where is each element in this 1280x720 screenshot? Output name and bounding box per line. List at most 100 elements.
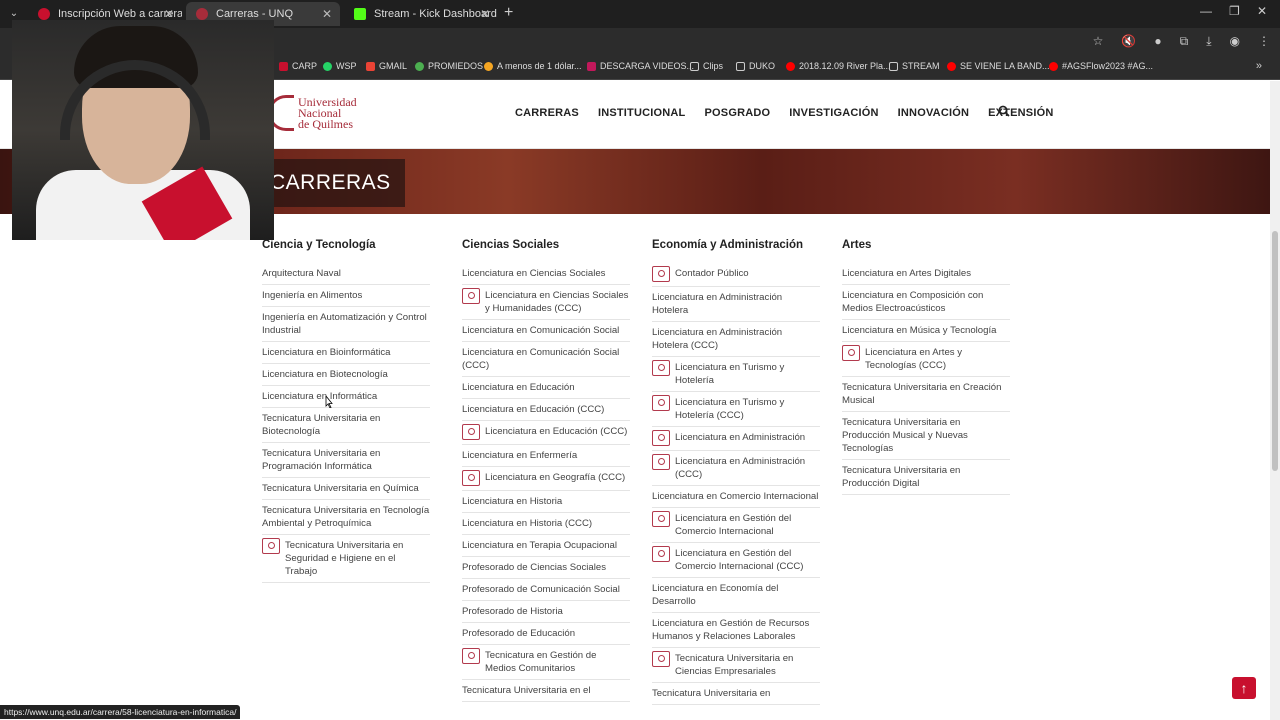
career-link[interactable]: Licenciatura en Artes Digitales <box>842 263 1010 285</box>
career-label: Licenciatura en Biotecnología <box>262 369 388 380</box>
close-tab-icon[interactable]: ✕ <box>480 2 490 26</box>
career-link[interactable]: Licenciatura en Administración Hotelera … <box>652 322 820 357</box>
nav-innovacion[interactable]: INNOVACIÓN <box>898 107 969 119</box>
menu-kebab-icon[interactable]: ⋮ <box>1258 34 1270 49</box>
page-scrollbar[interactable] <box>1270 81 1280 720</box>
career-link[interactable]: Licenciatura en Comercio Internacional <box>652 486 820 508</box>
career-link[interactable]: Tecnicatura Universitaria en Tecnología … <box>262 500 430 535</box>
bookmark-item[interactable]: WSP <box>323 61 357 71</box>
career-link[interactable]: Licenciatura en Gestión de Recursos Huma… <box>652 613 820 648</box>
career-link[interactable]: Licenciatura en Comunicación Social (CCC… <box>462 342 630 377</box>
bookmark-item[interactable]: DESCARGA VIDEOS... <box>587 61 694 71</box>
career-link[interactable]: Licenciatura en Gestión del Comercio Int… <box>652 508 820 543</box>
bookmark-item[interactable]: A menos de 1 dólar... <box>484 61 582 71</box>
bookmark-folder[interactable]: DUKO <box>736 61 775 71</box>
career-link[interactable]: Licenciatura en Administración Hotelera <box>652 287 820 322</box>
career-link[interactable]: Licenciatura en Geografía (CCC) <box>462 467 630 491</box>
career-link[interactable]: Tecnicatura Universitaria en <box>652 683 820 705</box>
whatsapp-icon <box>323 61 332 71</box>
career-link[interactable]: Licenciatura en Ciencias Sociales y Huma… <box>462 285 630 320</box>
bookmark-item[interactable]: SE VIENE LA BAND... <box>947 61 1050 71</box>
nav-posgrado[interactable]: POSGRADO <box>704 107 770 119</box>
career-link[interactable]: Tecnicatura Universitaria en Ciencias Em… <box>652 648 820 683</box>
career-link[interactable]: Tecnicatura Universitaria en Seguridad e… <box>262 535 430 583</box>
career-label: Licenciatura en Administración <box>675 432 806 443</box>
nav-investigacion[interactable]: INVESTIGACIÓN <box>789 107 878 119</box>
career-link[interactable]: Licenciatura en Gestión del Comercio Int… <box>652 543 820 578</box>
career-link[interactable]: Arquitectura Naval <box>262 263 430 285</box>
extensions-puzzle-icon[interactable]: ⧉ <box>1180 34 1189 49</box>
bookmark-item[interactable]: 2018.12.09 River Pla... <box>786 61 891 71</box>
career-link[interactable]: Licenciatura en Terapia Ocupacional <box>462 535 630 557</box>
nav-institucional[interactable]: INSTITUCIONAL <box>598 107 686 119</box>
career-link[interactable]: Ingeniería en Automatización y Control I… <box>262 307 430 342</box>
career-link[interactable]: Licenciatura en Bioinformática <box>262 342 430 364</box>
career-label: Tecnicatura Universitaria en Programació… <box>262 448 381 472</box>
career-link[interactable]: Licenciatura en Comunicación Social <box>462 320 630 342</box>
career-link[interactable]: Licenciatura en Historia (CCC) <box>462 513 630 535</box>
career-link[interactable]: Ingeniería en Alimentos <box>262 285 430 307</box>
career-link[interactable]: Licenciatura en Biotecnología <box>262 364 430 386</box>
career-label: Profesorado de Ciencias Sociales <box>462 562 606 573</box>
career-link[interactable]: Tecnicatura Universitaria en Creación Mu… <box>842 377 1010 412</box>
bookmark-item[interactable]: GMAIL <box>366 61 407 71</box>
career-label: Licenciatura en Administración Hotelera … <box>652 327 783 351</box>
career-link[interactable]: Tecnicatura Universitaria en Biotecnolog… <box>262 408 430 443</box>
career-link[interactable]: Tecnicatura en Gestión de Medios Comunit… <box>462 645 630 680</box>
career-link[interactable]: Licenciatura en Artes y Tecnologías (CCC… <box>842 342 1010 377</box>
career-link[interactable]: Licenciatura en Música y Tecnología <box>842 320 1010 342</box>
career-link[interactable]: Profesorado de Comunicación Social <box>462 579 630 601</box>
more-bookmarks-icon[interactable]: » <box>1256 60 1262 72</box>
close-tab-icon[interactable]: ✕ <box>322 2 332 26</box>
career-label: Licenciatura en Enfermería <box>462 450 578 461</box>
career-link[interactable]: Tecnicatura Universitaria en el <box>462 680 630 702</box>
bookmark-star-icon[interactable]: ☆ <box>1093 34 1104 49</box>
career-link[interactable]: Licenciatura en Educación (CCC) <box>462 399 630 421</box>
career-link[interactable]: Profesorado de Historia <box>462 601 630 623</box>
career-link[interactable]: Licenciatura en Ciencias Sociales <box>462 263 630 285</box>
career-link[interactable]: Licenciatura en Enfermería <box>462 445 630 467</box>
restore-icon[interactable]: ❐ <box>1229 4 1240 18</box>
career-label: Licenciatura en Música y Tecnología <box>842 325 997 336</box>
career-label: Licenciatura en Educación (CCC) <box>485 426 628 437</box>
career-link[interactable]: Licenciatura en Composición con Medios E… <box>842 285 1010 320</box>
career-link[interactable]: Tecnicatura Universitaria en Producción … <box>842 412 1010 460</box>
mute-icon[interactable]: 🔇 <box>1121 34 1136 49</box>
close-window-icon[interactable]: ✕ <box>1257 4 1267 18</box>
new-tab-icon[interactable]: + <box>504 4 513 22</box>
career-link[interactable]: Licenciatura en Turismo y Hotelería (CCC… <box>652 392 820 427</box>
scrollbar-thumb[interactable] <box>1272 231 1278 471</box>
nav-carreras[interactable]: CARRERAS <box>515 107 579 119</box>
search-icon[interactable] <box>998 105 1010 117</box>
tab-title: Carreras - UNQ <box>216 8 294 20</box>
bookmark-label: CARP <box>292 61 318 71</box>
career-link[interactable]: Licenciatura en Educación <box>462 377 630 399</box>
career-link[interactable]: Tecnicatura Universitaria en Química <box>262 478 430 500</box>
career-link[interactable]: Tecnicatura Universitaria en Producción … <box>842 460 1010 495</box>
scroll-to-top-button[interactable]: ↑ <box>1232 677 1256 699</box>
career-link[interactable]: Tecnicatura Universitaria en Programació… <box>262 443 430 478</box>
career-link[interactable]: Contador Público <box>652 263 820 287</box>
career-link[interactable]: Licenciatura en Economía del Desarrollo <box>652 578 820 613</box>
bookmark-folder[interactable]: Clips <box>690 61 723 71</box>
career-link[interactable]: Licenciatura en Educación (CCC) <box>462 421 630 445</box>
bookmark-item[interactable]: #AGSFlow2023 #AG... <box>1049 61 1153 71</box>
profile-avatar[interactable]: ◉ <box>1230 34 1240 49</box>
career-link[interactable]: Profesorado de Ciencias Sociales <box>462 557 630 579</box>
career-link[interactable]: Licenciatura en Informática <box>262 386 430 408</box>
career-link[interactable]: Licenciatura en Administración (CCC) <box>652 451 820 486</box>
bookmark-item[interactable]: PROMIEDOS <box>415 61 483 71</box>
webcam-overlay <box>12 20 274 240</box>
career-link[interactable]: Profesorado de Educación <box>462 623 630 645</box>
download-icon[interactable]: ⤓ <box>1206 34 1211 49</box>
extension-icon[interactable]: ● <box>1154 34 1161 49</box>
browser-tab[interactable]: Stream - Kick Dashboard ✕ <box>344 2 498 26</box>
unq-logo[interactable]: Universidad Nacional de Quilmes <box>268 93 378 133</box>
career-link[interactable]: Licenciatura en Turismo y Hotelería <box>652 357 820 392</box>
virtual-course-icon <box>842 345 860 361</box>
minimize-icon[interactable]: — <box>1200 4 1212 18</box>
career-link[interactable]: Licenciatura en Administración <box>652 427 820 451</box>
bookmark-folder[interactable]: STREAM <box>889 61 940 71</box>
career-link[interactable]: Licenciatura en Historia <box>462 491 630 513</box>
bookmark-item[interactable]: CARP <box>279 61 317 71</box>
